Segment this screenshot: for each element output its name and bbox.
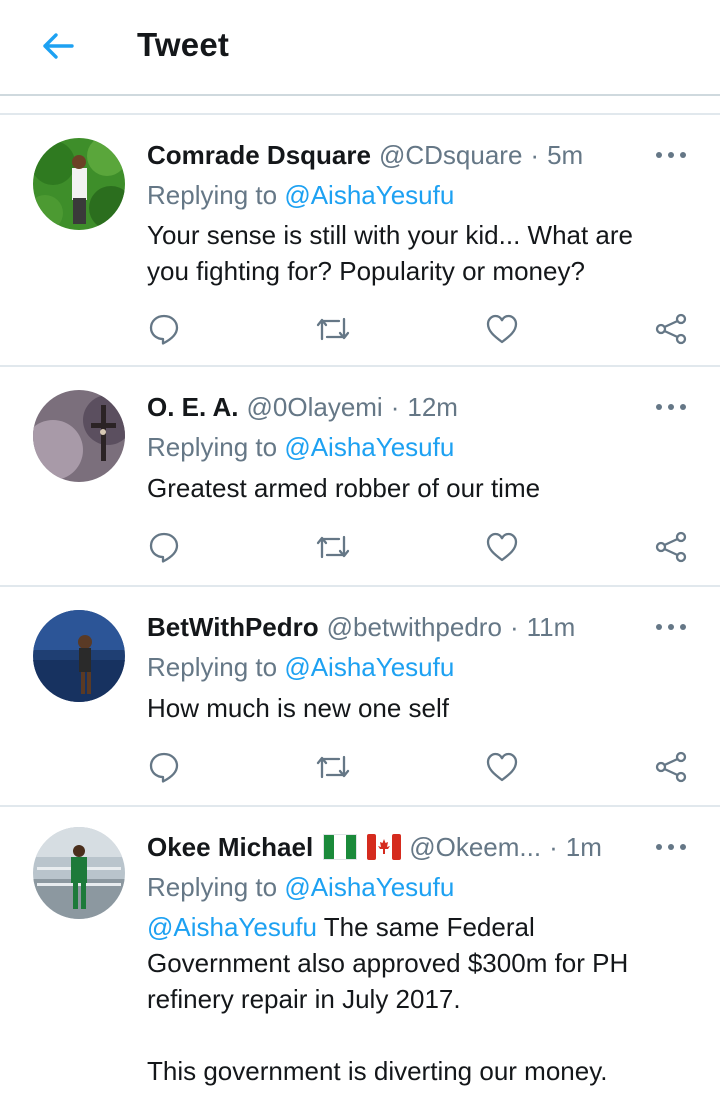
like-button[interactable] [482,527,522,567]
retweet-icon [316,535,350,559]
more-dots-icon [656,404,662,410]
share-icon [655,313,687,345]
tweet-actions [0,309,720,349]
display-name[interactable]: Comrade Dsquare [147,139,371,171]
tweet-reply[interactable]: Okee Michael @Okeem... · 1m Replying to … [0,807,720,1096]
separator-dot: · [509,612,519,642]
share-button[interactable] [651,747,691,787]
replying-to: Replying to @AishaYesufu [147,872,455,902]
display-name[interactable]: Okee Michael [147,831,313,863]
arrow-left-icon [43,33,74,59]
user-handle[interactable]: @Okeem... [409,831,541,863]
comment-icon [149,752,179,783]
display-name[interactable]: BetWithPedro [147,611,319,643]
heart-icon [486,752,518,782]
page-title: Tweet [137,26,230,63]
reply-button[interactable] [144,309,184,349]
mention-link[interactable]: @AishaYesufu [284,652,454,682]
comment-icon [149,314,179,345]
nigeria-flag-icon [323,834,358,860]
heart-icon [486,314,518,344]
replying-to: Replying to @AishaYesufu [147,432,455,462]
replying-to: Replying to @AishaYesufu [147,180,455,210]
tweet-reply[interactable]: BetWithPedro @betwithpedro · 11m Replyin… [0,587,720,807]
share-icon [655,751,687,783]
user-handle[interactable]: @0Olayemi [247,391,383,423]
replying-to: Replying to @AishaYesufu [147,652,455,682]
tweet-text: How much is new one self [147,693,450,723]
timestamp[interactable]: 1m [566,831,602,863]
separator-dot: · [530,140,540,170]
user-handle[interactable]: @CDsquare [379,139,522,171]
tweet-reply[interactable]: O. E. A. @0Olayemi · 12m Replying to @Ai… [0,367,720,587]
mention-link[interactable]: @AishaYesufu [147,912,317,942]
separator-dot: · [549,832,558,862]
more-dots-icon [656,844,662,850]
avatar[interactable] [33,138,125,230]
user-handle[interactable]: @betwithpedro [327,611,502,643]
display-name[interactable]: O. E. A. [147,391,239,423]
avatar[interactable] [33,610,125,702]
share-button[interactable] [651,527,691,567]
tweet-text: Greatest armed robber of our time [147,473,541,503]
share-button[interactable] [651,309,691,349]
tweet-actions [0,747,720,787]
reply-button[interactable] [144,527,184,567]
more-options-button[interactable] [656,400,686,414]
avatar[interactable] [33,827,125,919]
retweet-icon [316,317,350,341]
retweet-icon [316,755,350,779]
reply-button[interactable] [144,747,184,787]
top-bar: Tweet [0,0,720,96]
more-dots-icon [656,624,662,630]
share-icon [655,531,687,563]
tweet-reply[interactable]: Comrade Dsquare @CDsquare · 5m Replying … [0,113,720,367]
avatar[interactable] [33,390,125,482]
more-options-button[interactable] [656,620,686,634]
separator-dot: · [390,392,400,422]
more-options-button[interactable] [656,148,686,162]
mention-link[interactable]: @AishaYesufu [284,872,454,902]
timestamp[interactable]: 11m [527,611,576,643]
mention-link[interactable]: @AishaYesufu [284,180,454,210]
more-dots-icon [656,152,662,158]
timestamp[interactable]: 12m [407,391,458,423]
tweet-actions [0,527,720,567]
timestamp[interactable]: 5m [547,139,583,171]
retweet-button[interactable] [313,747,353,787]
tweet-text: Your sense is still with your kid... Wha… [147,220,634,286]
tweet-text: @AishaYesufu The same Federal Government… [147,912,629,1086]
back-button[interactable] [38,26,78,66]
like-button[interactable] [482,747,522,787]
retweet-button[interactable] [313,309,353,349]
canada-flag-icon [367,834,402,860]
mention-link[interactable]: @AishaYesufu [284,432,454,462]
like-button[interactable] [482,309,522,349]
heart-icon [486,532,518,562]
comment-icon [149,532,179,563]
retweet-button[interactable] [313,527,353,567]
more-options-button[interactable] [656,840,686,854]
